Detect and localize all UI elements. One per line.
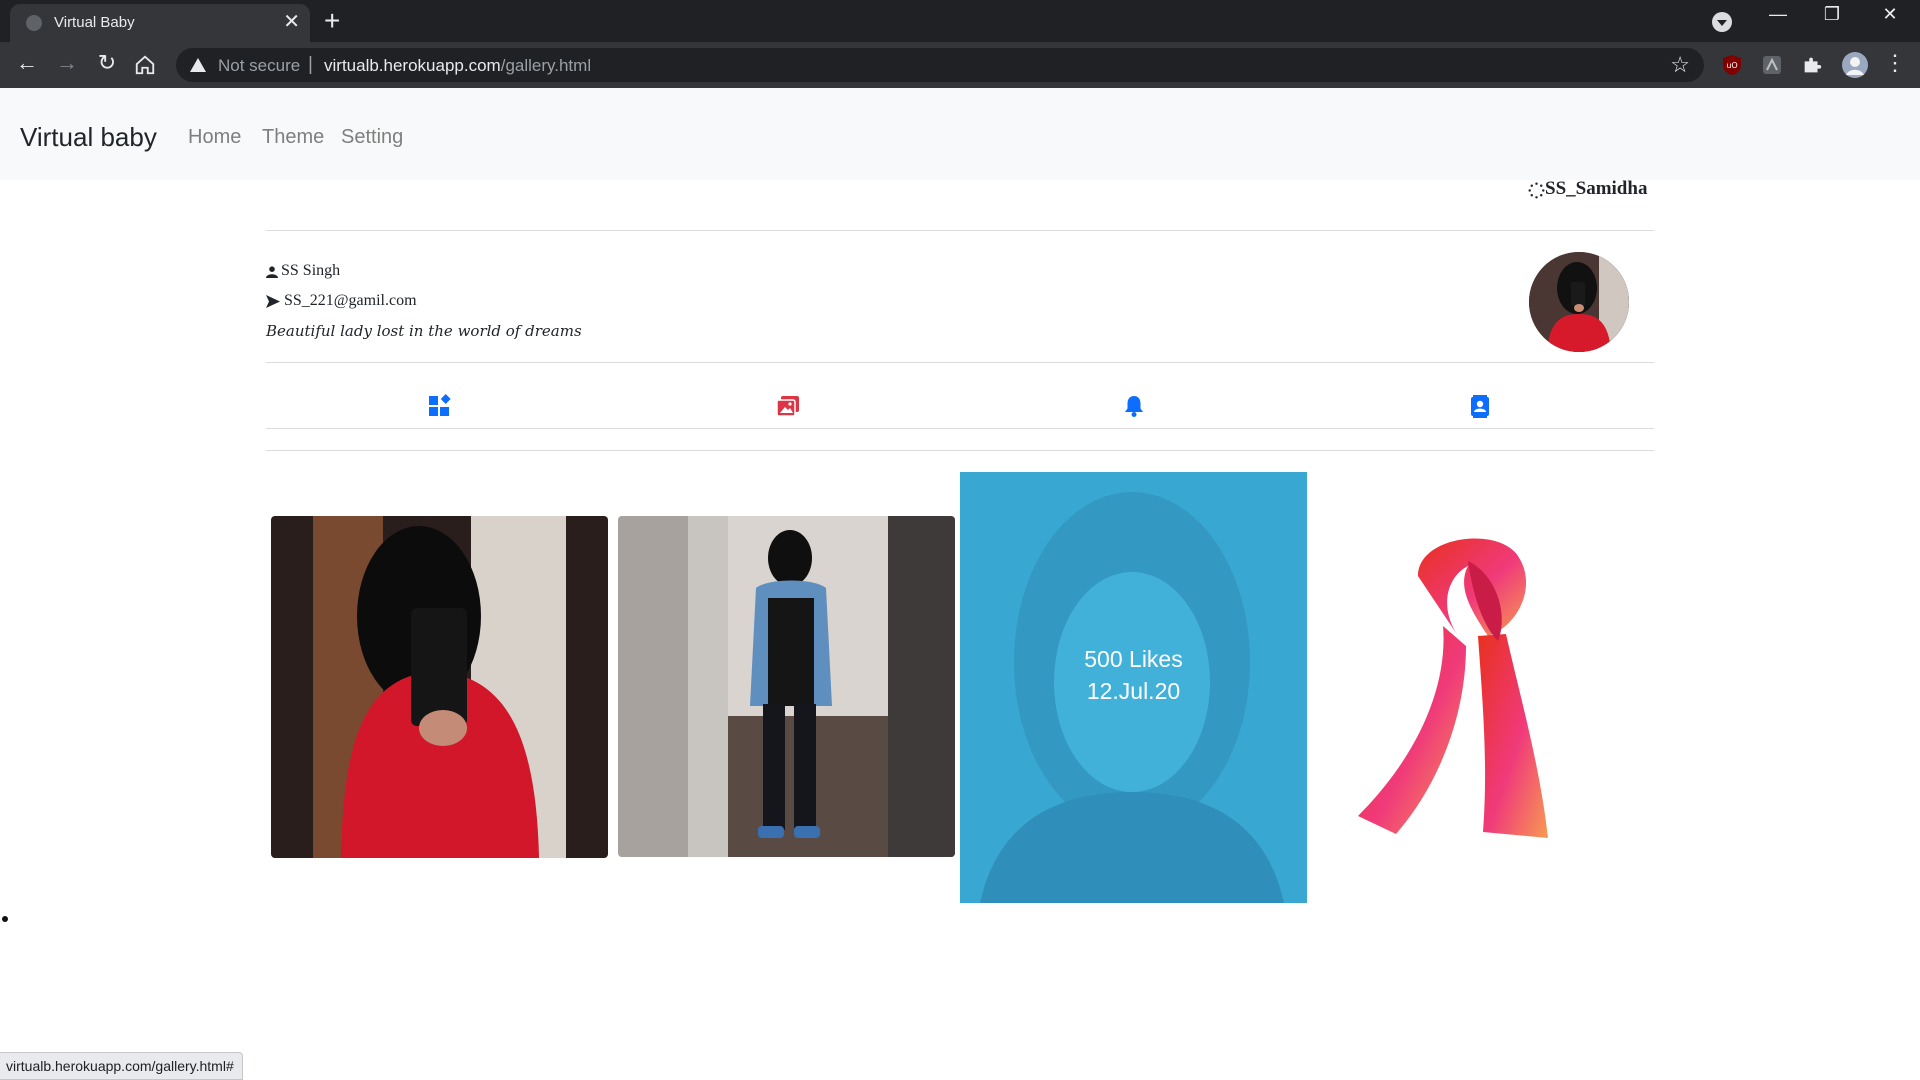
globe-icon	[26, 15, 42, 31]
url-host: virtualb.herokuapp.com	[324, 56, 501, 75]
svg-text:uO: uO	[1726, 61, 1737, 70]
ublock-extension-icon[interactable]: uO	[1721, 54, 1743, 76]
browser-tab-strip: Virtual Baby ✕ + — ❐ ✕	[0, 0, 1920, 42]
status-bar-url: virtualb.herokuapp.com/gallery.html#	[0, 1052, 243, 1080]
tab-close-button[interactable]: ✕	[283, 10, 300, 34]
bell-icon[interactable]	[1122, 394, 1146, 418]
forward-arrow-icon[interactable]: →	[52, 50, 82, 76]
spinner-icon	[1528, 182, 1545, 199]
address-bar[interactable]: Not secure | virtualb.herokuapp.com/gall…	[176, 48, 1704, 82]
home-icon[interactable]	[134, 54, 156, 76]
post-date: 12.Jul.20	[1086, 678, 1181, 704]
profile-username: SS_Samidha	[1545, 178, 1648, 199]
url-separator: |	[308, 54, 313, 75]
gallery-photo-red-dress[interactable]	[271, 516, 608, 858]
pdf-extension-icon[interactable]	[1761, 54, 1783, 76]
list-bullet	[2, 916, 8, 922]
send-icon	[266, 295, 280, 308]
minimize-icon[interactable]: —	[1758, 4, 1798, 25]
nav-link-home[interactable]: Home	[188, 126, 241, 149]
tab-search-icon[interactable]	[1712, 12, 1732, 32]
window-close-icon[interactable]: ✕	[1870, 4, 1910, 25]
extensions-puzzle-icon[interactable]	[1801, 54, 1823, 76]
url-text[interactable]: virtualb.herokuapp.com/gallery.html	[324, 56, 591, 76]
gallery-photo-denim-jacket[interactable]	[618, 516, 955, 857]
warning-icon	[190, 58, 206, 72]
gallery-photo-highlight[interactable]: 500 Likes 12.Jul.20	[960, 472, 1307, 903]
profile-avatar[interactable]	[1529, 252, 1629, 352]
restore-icon[interactable]: ❐	[1812, 4, 1852, 25]
url-path: /gallery.html	[500, 56, 592, 75]
back-arrow-icon[interactable]: ←	[12, 50, 42, 76]
user-icon	[266, 266, 278, 278]
photo-image	[1348, 516, 1598, 856]
bookmark-star-icon[interactable]: ☆	[1670, 52, 1690, 78]
likes-count: 500 Likes	[1084, 646, 1183, 672]
divider	[266, 428, 1654, 429]
images-icon[interactable]	[776, 394, 800, 418]
site-brand[interactable]: Virtual baby	[20, 122, 157, 153]
divider	[266, 362, 1654, 363]
tab-title: Virtual Baby	[54, 14, 135, 31]
gallery-photo-scarf[interactable]	[1348, 516, 1598, 856]
contact-card-icon[interactable]	[1468, 394, 1492, 418]
browser-tab[interactable]: Virtual Baby ✕	[10, 4, 310, 42]
avatar-photo	[1529, 252, 1629, 352]
reload-icon[interactable]: ↻	[92, 50, 122, 76]
site-navbar: Virtual baby Home Theme Setting	[0, 88, 1920, 180]
nav-link-theme[interactable]: Theme	[262, 126, 324, 149]
photo-image	[271, 516, 608, 858]
dashboard-icon[interactable]	[428, 394, 452, 418]
profile-email: SS_221@gamil.com	[284, 292, 417, 309]
profile-avatar-icon[interactable]	[1841, 51, 1869, 79]
photo-image	[618, 516, 955, 857]
nav-link-setting[interactable]: Setting	[341, 126, 403, 149]
browser-menu-icon[interactable]: ⋮	[1880, 50, 1910, 76]
not-secure-label: Not secure	[218, 56, 301, 75]
divider	[266, 230, 1654, 231]
browser-toolbar: ← → ↻ Not secure | virtualb.herokuapp.co…	[0, 42, 1920, 88]
new-tab-button[interactable]: +	[324, 6, 340, 36]
divider	[266, 450, 1654, 451]
profile-name: SS Singh	[281, 262, 341, 279]
profile-bio: Beautiful lady lost in the world of drea…	[266, 322, 582, 340]
